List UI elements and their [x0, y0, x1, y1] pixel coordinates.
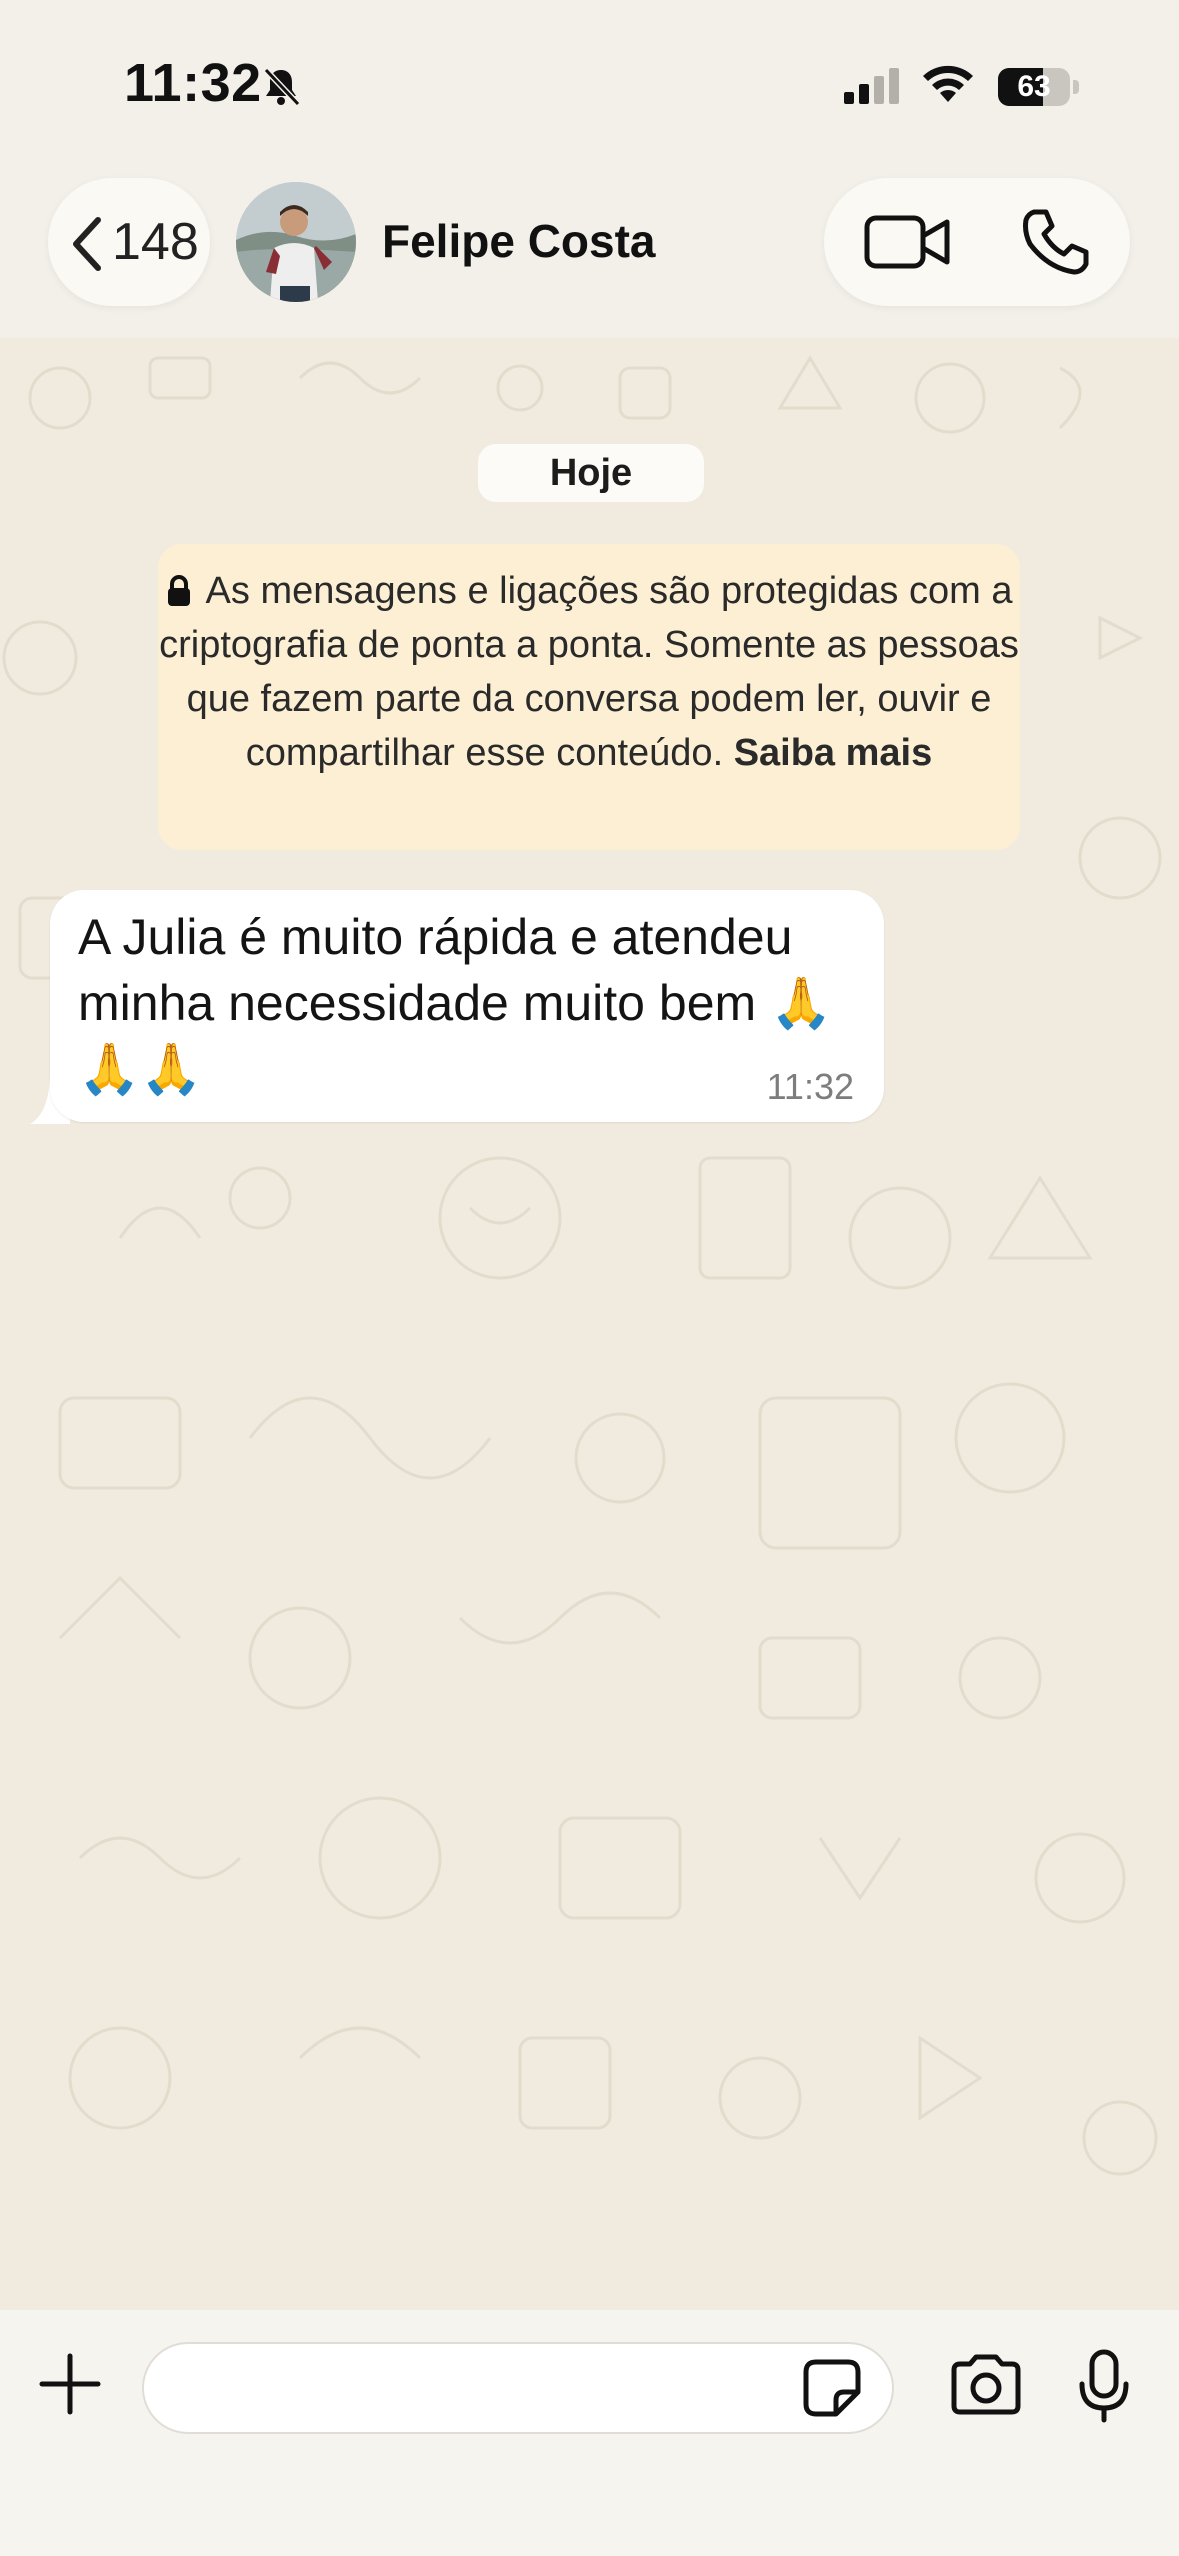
status-time: 11:32 — [124, 53, 262, 113]
chevron-left-icon — [73, 217, 101, 271]
learn-more-link[interactable]: Saiba mais — [734, 732, 933, 774]
date-chip: Hoje — [478, 444, 704, 502]
composer-bar — [0, 2310, 1179, 2556]
camera-icon[interactable] — [948, 2354, 1024, 2416]
call-actions — [824, 178, 1130, 306]
contact-photo — [236, 182, 356, 302]
battery-tip — [1073, 80, 1079, 94]
wifi-icon — [923, 65, 973, 102]
message-time: 11:32 — [766, 1066, 854, 1107]
back-button[interactable]: 148 — [48, 178, 210, 306]
incoming-message-bubble[interactable]: A Julia é muito rápida e atendeu minha n… — [50, 890, 884, 1122]
unread-count: 148 — [112, 213, 199, 271]
message-text: A Julia é muito rápida e atendeu minha n… — [78, 909, 833, 1097]
status-bar: 11:32 63 — [0, 0, 1179, 170]
chat-area[interactable]: Hoje As mensagens e ligações são protegi… — [0, 338, 1179, 2310]
cellular-signal-icon — [844, 68, 899, 104]
avatar[interactable] — [236, 182, 356, 302]
plus-icon[interactable] — [38, 2352, 102, 2416]
microphone-icon[interactable] — [1076, 2348, 1132, 2424]
bell-muted-icon — [263, 67, 301, 107]
battery-indicator: 63 — [998, 68, 1070, 106]
video-call-icon[interactable] — [864, 212, 952, 272]
lock-icon — [167, 575, 190, 606]
battery-percent: 63 — [1017, 70, 1051, 103]
sticker-icon[interactable] — [802, 2358, 862, 2418]
message-input[interactable] — [142, 2342, 894, 2434]
encryption-notice[interactable]: As mensagens e ligações são protegidas c… — [158, 544, 1020, 850]
contact-name[interactable]: Felipe Costa — [382, 214, 656, 268]
phone-call-icon[interactable] — [1020, 208, 1090, 276]
